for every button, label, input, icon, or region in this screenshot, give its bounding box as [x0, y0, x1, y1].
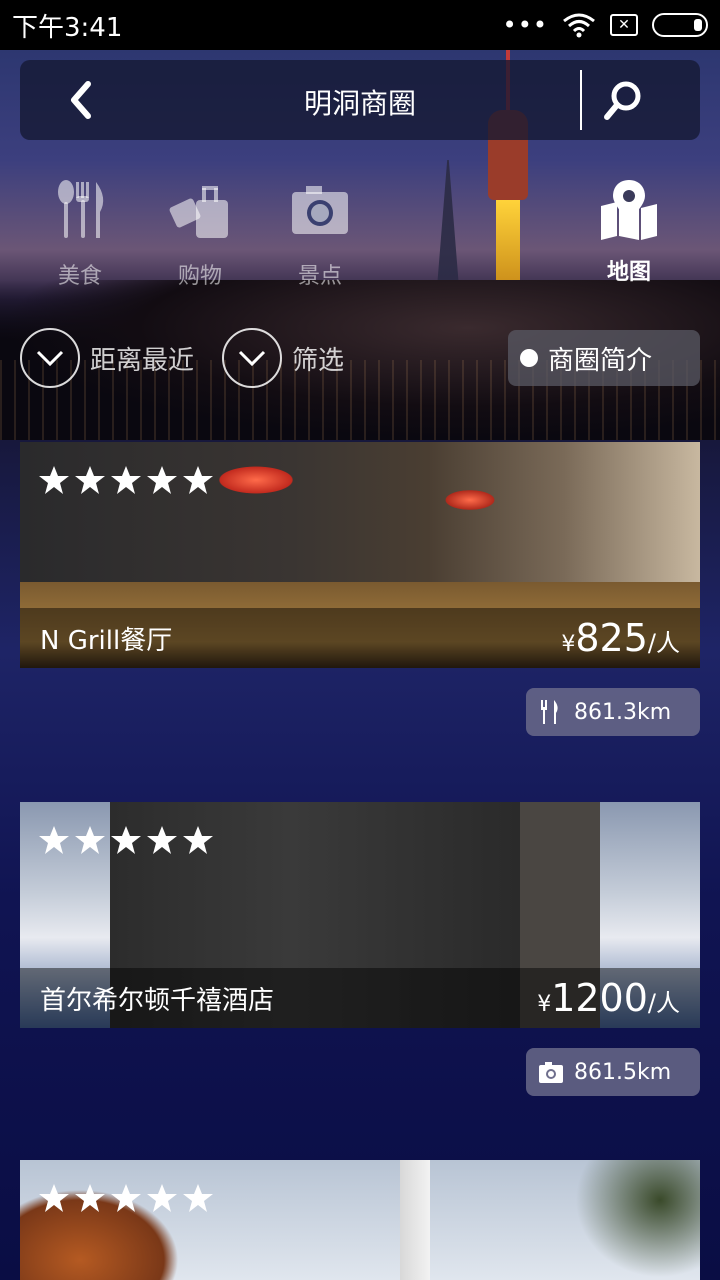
attraction-photo [20, 1160, 700, 1280]
star-icon [183, 826, 213, 854]
listing-name: N Grill餐厅 [40, 625, 173, 656]
more-dots-icon: ••• [502, 11, 548, 39]
battery-icon [652, 13, 708, 37]
bullet-dot-icon [520, 349, 538, 367]
price-unit: /人 [647, 989, 680, 1017]
star-icon [183, 466, 213, 494]
star-rating [38, 464, 214, 496]
transmission-tower-graphic [436, 150, 460, 300]
no-sim-icon: ✕ [610, 14, 638, 36]
category-sights-label: 景点 [297, 264, 342, 289]
filter-dropdown[interactable]: 筛选 [222, 328, 344, 388]
chevron-down-icon [222, 328, 282, 388]
fork-knife-icon [541, 700, 558, 724]
listing-price: ¥ 1200 /人 [537, 976, 680, 1020]
filter-label: 筛选 [292, 345, 345, 376]
listing-info-bar: 首尔希尔顿千禧酒店 ¥ 1200 /人 [20, 968, 700, 1028]
sort-dropdown[interactable]: 距离最近 [20, 328, 194, 388]
star-icon [111, 826, 141, 854]
star-icon [75, 1184, 105, 1212]
star-icon [147, 1184, 177, 1212]
chevron-down-icon [20, 328, 80, 388]
divider [580, 70, 582, 130]
search-icon[interactable] [602, 78, 646, 122]
star-icon [39, 466, 69, 494]
wifi-icon [563, 13, 595, 38]
star-icon [39, 1184, 69, 1212]
shopping-bag-icon [169, 186, 228, 238]
distance-value: 861.3km [574, 699, 672, 725]
price-value: 1200 [551, 976, 648, 1020]
category-food-label: 美食 [57, 264, 102, 289]
price-currency: ¥ [561, 632, 576, 657]
star-rating [38, 1182, 214, 1214]
star-icon [147, 826, 177, 854]
distance-badge: 861.5km [526, 1048, 700, 1096]
status-bar: 下午3:41 ••• ✕ [0, 0, 720, 50]
listing-name: 首尔希尔顿千禧酒店 [40, 985, 275, 1016]
star-icon [111, 466, 141, 494]
star-icon [75, 466, 105, 494]
camera-icon [539, 1062, 563, 1083]
category-map[interactable]: 地图 [584, 178, 674, 286]
camera-icon [292, 186, 348, 234]
category-map-label: 地图 [606, 260, 651, 285]
star-icon [39, 826, 69, 854]
status-time: 下午3:41 [12, 12, 123, 43]
star-icon [111, 1184, 141, 1212]
distance-badge: 861.3km [526, 688, 700, 736]
category-sights[interactable]: 景点 [275, 178, 365, 290]
price-value: 825 [575, 616, 648, 660]
page-title: 明洞商圈 [303, 87, 416, 120]
listing-card[interactable] [20, 1160, 700, 1280]
listing-price: ¥ 825 /人 [561, 616, 680, 660]
star-icon [183, 1184, 213, 1212]
fork-knife-icon [58, 180, 104, 238]
district-intro-button[interactable]: 商圈简介 [508, 330, 700, 386]
star-icon [75, 826, 105, 854]
category-shopping-label: 购物 [177, 264, 222, 289]
distance-value: 861.5km [574, 1059, 672, 1085]
sort-label: 距离最近 [90, 345, 195, 376]
category-food[interactable]: 美食 [35, 178, 125, 290]
star-rating [38, 824, 214, 856]
star-icon [147, 466, 177, 494]
price-currency: ¥ [537, 992, 552, 1017]
top-nav-bar: 明洞商圈 [20, 60, 700, 140]
category-shopping[interactable]: 购物 [155, 178, 245, 290]
listing-card[interactable]: 首尔希尔顿千禧酒店 ¥ 1200 /人 [20, 802, 700, 1028]
district-intro-label: 商圈简介 [548, 345, 653, 376]
price-unit: /人 [647, 629, 680, 657]
map-pin-icon [601, 180, 657, 240]
listing-card[interactable]: N Grill餐厅 ¥ 825 /人 [20, 442, 700, 668]
listing-info-bar: N Grill餐厅 ¥ 825 /人 [20, 608, 700, 668]
